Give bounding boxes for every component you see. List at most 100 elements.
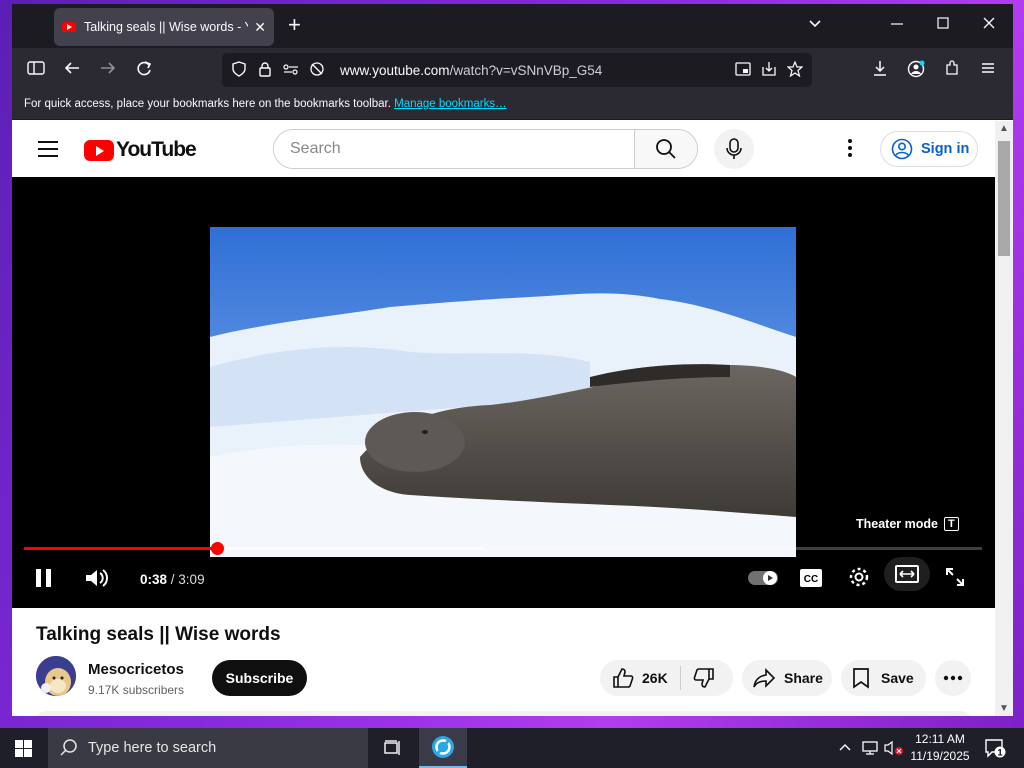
taskbar: Type here to search 12:11 AM 11/19/2025 … [0,728,1024,768]
action-center-button[interactable]: 1 [984,738,1006,763]
like-count: 26K [642,670,668,686]
closed-captions-icon: CC [800,569,822,587]
youtube-logo[interactable]: YouTube [84,138,197,162]
navigation-bar: www.youtube.com/watch?v=vSNnVBp_G54 [12,48,1013,92]
search-input[interactable] [274,130,634,168]
task-view-icon[interactable] [383,739,401,757]
theater-mode-label: Theater mode [856,517,938,531]
subscriber-count: 9.17K subscribers [88,683,185,697]
video-frame[interactable] [210,227,796,557]
url-text[interactable]: www.youtube.com/watch?v=vSNnVBp_G54 [340,63,726,78]
search-button[interactable] [634,130,697,168]
save-button[interactable]: Save [841,660,926,696]
video-title: Talking seals || Wise words [36,624,281,645]
scrollbar-thumb[interactable] [998,141,1010,256]
new-tab-button[interactable]: + [288,14,301,36]
page-scrollbar[interactable]: ▲ ▼ [995,121,1013,716]
theater-mode-tooltip: Theater mode T [856,517,959,531]
subscribe-button[interactable]: Subscribe [212,660,307,696]
description-box[interactable] [36,711,971,716]
sidebar-toggle-icon[interactable] [26,60,46,81]
close-window-button[interactable] [982,16,996,34]
scrubber-handle[interactable] [210,542,224,555]
tab-youtube[interactable]: Talking seals || Wise words - YouTube ✕ [54,8,274,46]
youtube-favicon-icon [62,22,76,32]
taskbar-search-placeholder: Type here to search [88,740,217,756]
fullscreen-icon [946,568,964,586]
minimize-button[interactable] [890,16,904,34]
microphone-icon [726,138,742,159]
progress-bar[interactable] [24,542,982,555]
close-tab-icon[interactable]: ✕ [254,19,266,36]
scroll-down-icon[interactable]: ▼ [999,703,1009,714]
notification-icon: 1 [985,739,1006,758]
theater-mode-button[interactable] [884,557,930,591]
volume-icon [86,569,108,587]
save-to-pocket-icon[interactable] [760,61,778,80]
duration: 3:09 [178,572,205,587]
manage-bookmarks-link[interactable]: Manage bookmarks… [394,98,507,110]
subtitles-button[interactable]: CC [800,569,822,592]
address-bar[interactable]: www.youtube.com/watch?v=vSNnVBp_G54 [222,53,812,87]
youtube-header: YouTube Sign in [12,121,995,177]
forward-button[interactable] [98,60,118,81]
more-horizontal-icon [943,675,963,681]
autoplay-toggle[interactable] [748,570,778,591]
sign-in-label: Sign in [921,141,970,157]
windows-start-icon[interactable] [15,740,32,757]
youtube-wordmark: YouTube [116,138,197,161]
network-icon[interactable] [862,740,880,759]
theater-mode-shortcut: T [943,517,959,531]
tracking-shield-icon[interactable] [230,60,248,80]
lock-icon[interactable] [256,61,274,80]
taskbar-browser-app[interactable] [419,728,467,768]
bookmarks-toolbar: For quick access, place your bookmarks h… [12,92,1013,120]
autoplay-icon [748,571,778,585]
reload-button[interactable] [134,60,154,83]
picture-in-picture-icon[interactable] [734,61,752,79]
autoplay-blocked-icon[interactable] [308,61,326,80]
show-hidden-icons[interactable] [838,740,852,757]
channel-avatar[interactable] [36,656,76,696]
permissions-icon[interactable] [282,62,300,79]
account-icon[interactable] [906,60,926,83]
maximize-button[interactable] [936,16,950,34]
list-all-tabs-icon[interactable] [808,16,822,34]
settings-more-icon[interactable] [848,139,854,160]
search-box [273,129,698,169]
more-actions-button[interactable] [935,660,971,696]
like-dislike-group: 26K [600,660,733,696]
pause-button[interactable] [34,567,54,594]
like-button[interactable]: 26K [612,667,668,689]
youtube-page: YouTube Sign in [12,121,995,716]
save-label: Save [881,670,914,686]
taskbar-search[interactable]: Type here to search [48,728,368,768]
menu-icon[interactable] [978,60,998,80]
share-button[interactable]: Share [742,660,832,696]
video-player[interactable]: Theater mode T 0:38 / 3:09 CC [12,177,995,608]
voice-search-button[interactable] [714,129,754,169]
clock-time: 12:11 AM [915,732,965,746]
system-clock[interactable]: 12:11 AM 11/19/2025 [906,731,974,765]
time-display: 0:38 / 3:09 [140,572,205,587]
extensions-icon[interactable] [942,60,962,81]
volume-muted-icon[interactable] [884,740,904,759]
channel-name[interactable]: Mesocricetos [88,661,184,678]
guide-menu-icon[interactable] [38,141,58,162]
sign-in-button[interactable]: Sign in [880,131,978,167]
dislike-button[interactable] [693,667,715,689]
youtube-play-icon [84,139,114,161]
played-bar [24,547,217,550]
fullscreen-button[interactable] [945,567,965,592]
notification-count: 1 [997,748,1002,758]
gear-icon [849,567,869,587]
scroll-up-icon[interactable]: ▲ [999,123,1009,134]
thumbs-down-icon [693,668,714,688]
browser-window: Talking seals || Wise words - YouTube ✕ … [12,4,1013,716]
back-button[interactable] [62,60,82,81]
settings-button[interactable] [848,566,870,593]
mute-button[interactable] [84,567,110,594]
search-icon [60,739,77,756]
bookmark-star-icon[interactable] [786,59,804,80]
downloads-icon[interactable] [870,60,890,81]
